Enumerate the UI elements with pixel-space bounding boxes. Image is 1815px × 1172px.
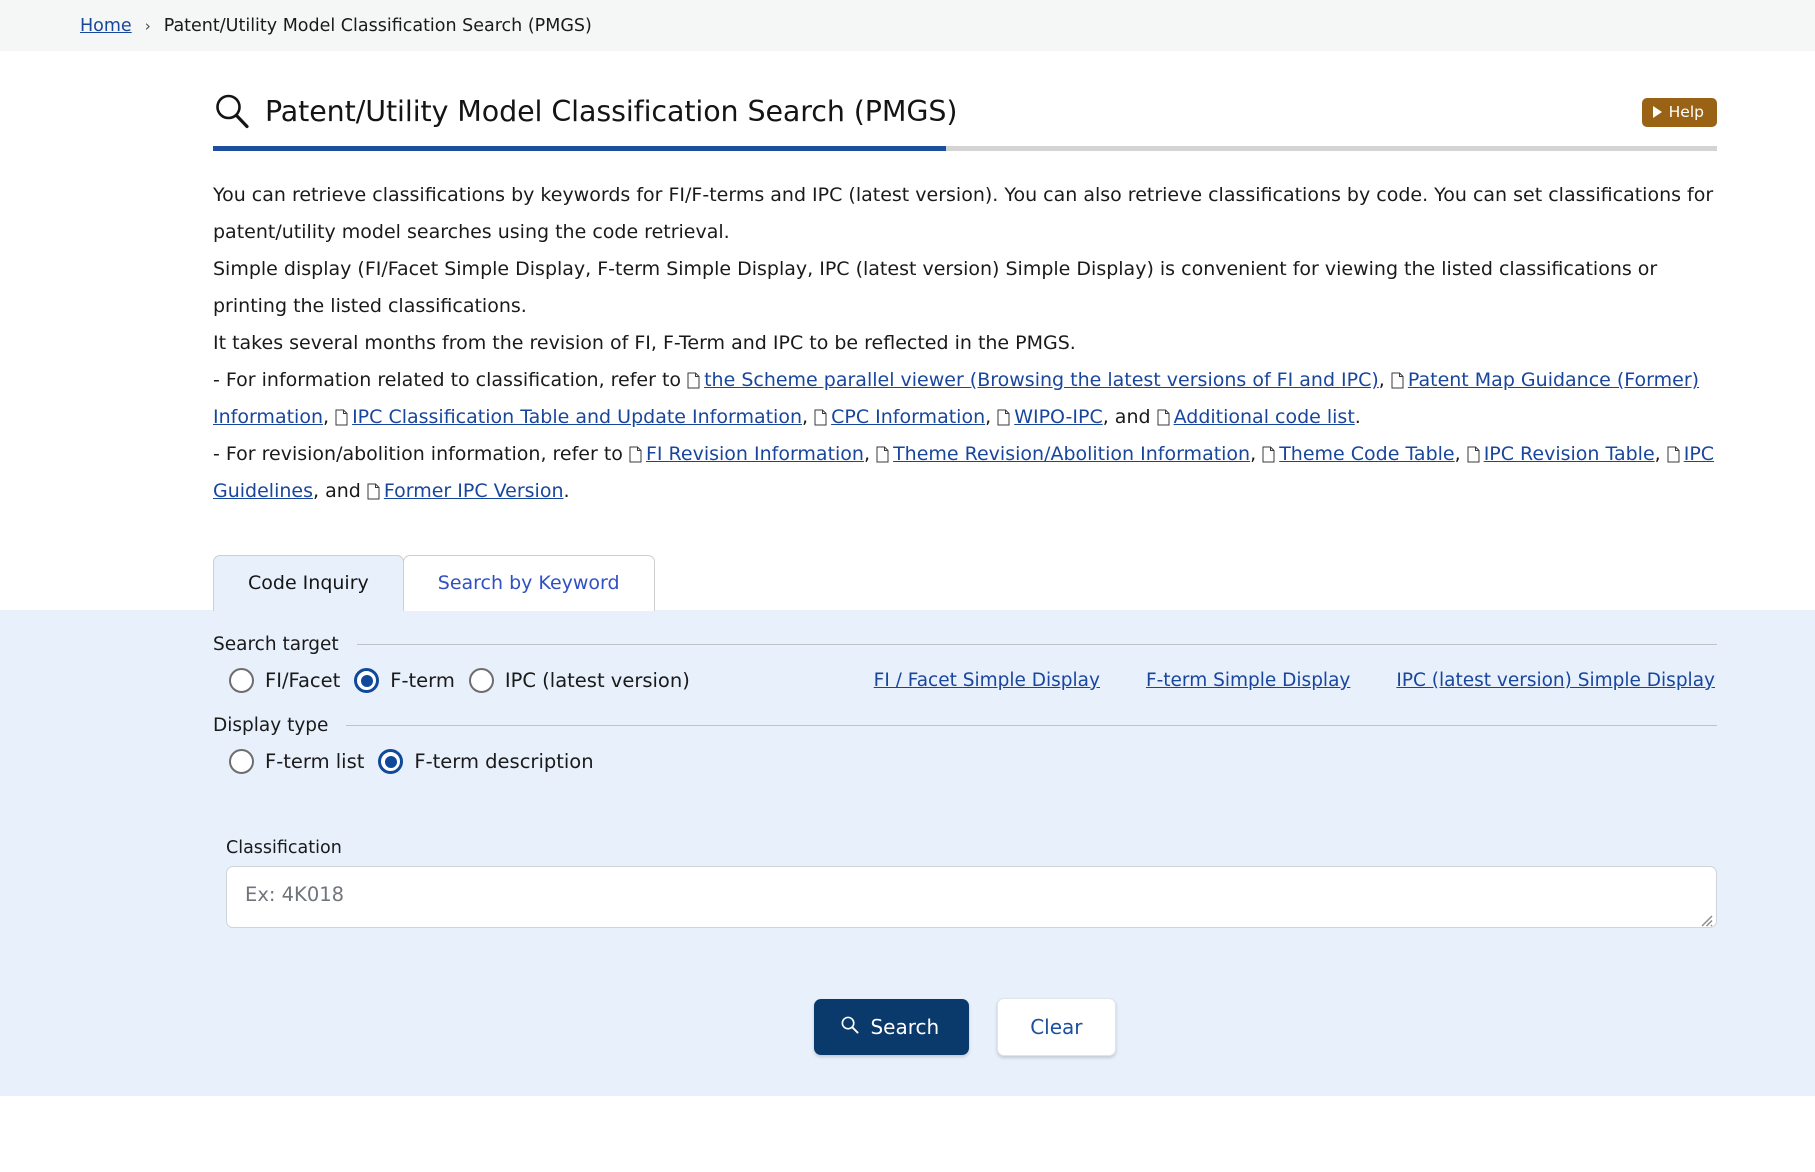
document-icon xyxy=(1467,439,1480,456)
radio-label: F-term xyxy=(390,669,455,692)
clear-button[interactable]: Clear xyxy=(997,998,1115,1056)
link-theme-code-table[interactable]: Theme Code Table xyxy=(1279,443,1454,465)
search-icon xyxy=(840,1015,859,1039)
classification-label: Classification xyxy=(226,838,1717,858)
section-divider xyxy=(357,644,1717,645)
page-title: Patent/Utility Model Classification Sear… xyxy=(265,95,957,128)
revision-info-line: - For revision/abolition information, re… xyxy=(213,443,1714,502)
radio-circle-icon[interactable] xyxy=(229,749,254,774)
description-paragraph-1: You can retrieve classifications by keyw… xyxy=(213,184,1713,243)
page-header: Patent/Utility Model Classification Sear… xyxy=(213,52,1717,130)
simple-display-links: FI / Facet Simple Display F-term Simple … xyxy=(874,670,1717,691)
page-content: Patent/Utility Model Classification Sear… xyxy=(0,52,1815,610)
classification-field-block: Classification xyxy=(213,838,1717,926)
document-icon xyxy=(1391,365,1404,382)
breadcrumb-separator-icon: › xyxy=(145,17,151,35)
breadcrumb-current: Patent/Utility Model Classification Sear… xyxy=(164,16,592,36)
document-icon xyxy=(997,402,1010,419)
tab-search-by-keyword[interactable]: Search by Keyword xyxy=(403,555,655,611)
search-target-options: FI/Facet F-term IPC (latest version) FI … xyxy=(213,660,1717,697)
search-icon xyxy=(213,92,251,130)
help-button[interactable]: Help xyxy=(1642,98,1717,127)
radio-f-term-list[interactable]: F-term list xyxy=(229,749,364,774)
display-type-options: F-term list F-term description xyxy=(213,741,1717,778)
radio-circle-icon[interactable] xyxy=(229,668,254,693)
search-button-label: Search xyxy=(870,1015,939,1039)
description-block: You can retrieve classifications by keyw… xyxy=(213,177,1717,510)
play-triangle-icon xyxy=(1653,106,1662,118)
radio-f-term-description[interactable]: F-term description xyxy=(378,749,593,774)
search-target-label: Search target xyxy=(213,634,339,655)
link-wipo-ipc[interactable]: WIPO-IPC xyxy=(1014,406,1103,428)
search-button[interactable]: Search xyxy=(814,999,969,1055)
classification-info-line: - For information related to classificat… xyxy=(213,369,1699,428)
radio-circle-icon[interactable] xyxy=(469,668,494,693)
link-ipc-simple-display[interactable]: IPC (latest version) Simple Display xyxy=(1396,670,1715,691)
document-icon xyxy=(1262,439,1275,456)
link-scheme-parallel-viewer[interactable]: the Scheme parallel viewer (Browsing the… xyxy=(704,369,1379,391)
classification-input[interactable] xyxy=(226,866,1717,928)
radio-label: F-term list xyxy=(265,750,364,773)
help-button-label: Help xyxy=(1669,103,1704,121)
breadcrumb: Home › Patent/Utility Model Classificati… xyxy=(0,0,1815,52)
document-icon xyxy=(814,402,827,419)
tab-list: Code Inquiry Search by Keyword xyxy=(213,554,1717,610)
display-type-label: Display type xyxy=(213,715,328,736)
breadcrumb-home-link[interactable]: Home xyxy=(80,16,132,36)
radio-label: IPC (latest version) xyxy=(505,669,690,692)
radio-f-term[interactable]: F-term xyxy=(354,668,455,693)
link-ipc-revision-table[interactable]: IPC Revision Table xyxy=(1484,443,1655,465)
document-icon xyxy=(876,439,889,456)
search-panel: Search target FI/Facet F-term IPC (lates… xyxy=(0,610,1815,1096)
document-icon xyxy=(1667,439,1680,456)
document-icon xyxy=(629,439,642,456)
radio-circle-icon[interactable] xyxy=(378,749,403,774)
link-former-ipc-version[interactable]: Former IPC Version xyxy=(384,480,564,502)
document-icon xyxy=(687,365,700,382)
tab-code-inquiry[interactable]: Code Inquiry xyxy=(213,555,404,611)
radio-label: FI/Facet xyxy=(265,669,340,692)
link-theme-revision-abolition[interactable]: Theme Revision/Abolition Information xyxy=(893,443,1250,465)
radio-label: F-term description xyxy=(414,750,593,773)
link-fi-facet-simple-display[interactable]: FI / Facet Simple Display xyxy=(874,670,1100,691)
document-icon xyxy=(1157,402,1170,419)
link-fi-revision-information[interactable]: FI Revision Information xyxy=(646,443,864,465)
radio-circle-icon[interactable] xyxy=(354,668,379,693)
description-paragraph-2: Simple display (FI/Facet Simple Display,… xyxy=(213,258,1657,317)
link-ipc-classification-table[interactable]: IPC Classification Table and Update Info… xyxy=(352,406,802,428)
document-icon xyxy=(335,402,348,419)
link-additional-code-list[interactable]: Additional code list xyxy=(1174,406,1355,428)
display-type-header: Display type xyxy=(213,715,1717,736)
section-divider xyxy=(346,725,1717,726)
action-buttons: Search Clear xyxy=(213,998,1717,1056)
link-f-term-simple-display[interactable]: F-term Simple Display xyxy=(1146,670,1350,691)
radio-fi-facet[interactable]: FI/Facet xyxy=(229,668,340,693)
title-underline xyxy=(213,146,1717,151)
search-target-header: Search target xyxy=(213,634,1717,655)
radio-ipc-latest-version[interactable]: IPC (latest version) xyxy=(469,668,690,693)
link-cpc-information[interactable]: CPC Information xyxy=(831,406,985,428)
description-paragraph-3: It takes several months from the revisio… xyxy=(213,332,1076,354)
document-icon xyxy=(367,476,380,493)
